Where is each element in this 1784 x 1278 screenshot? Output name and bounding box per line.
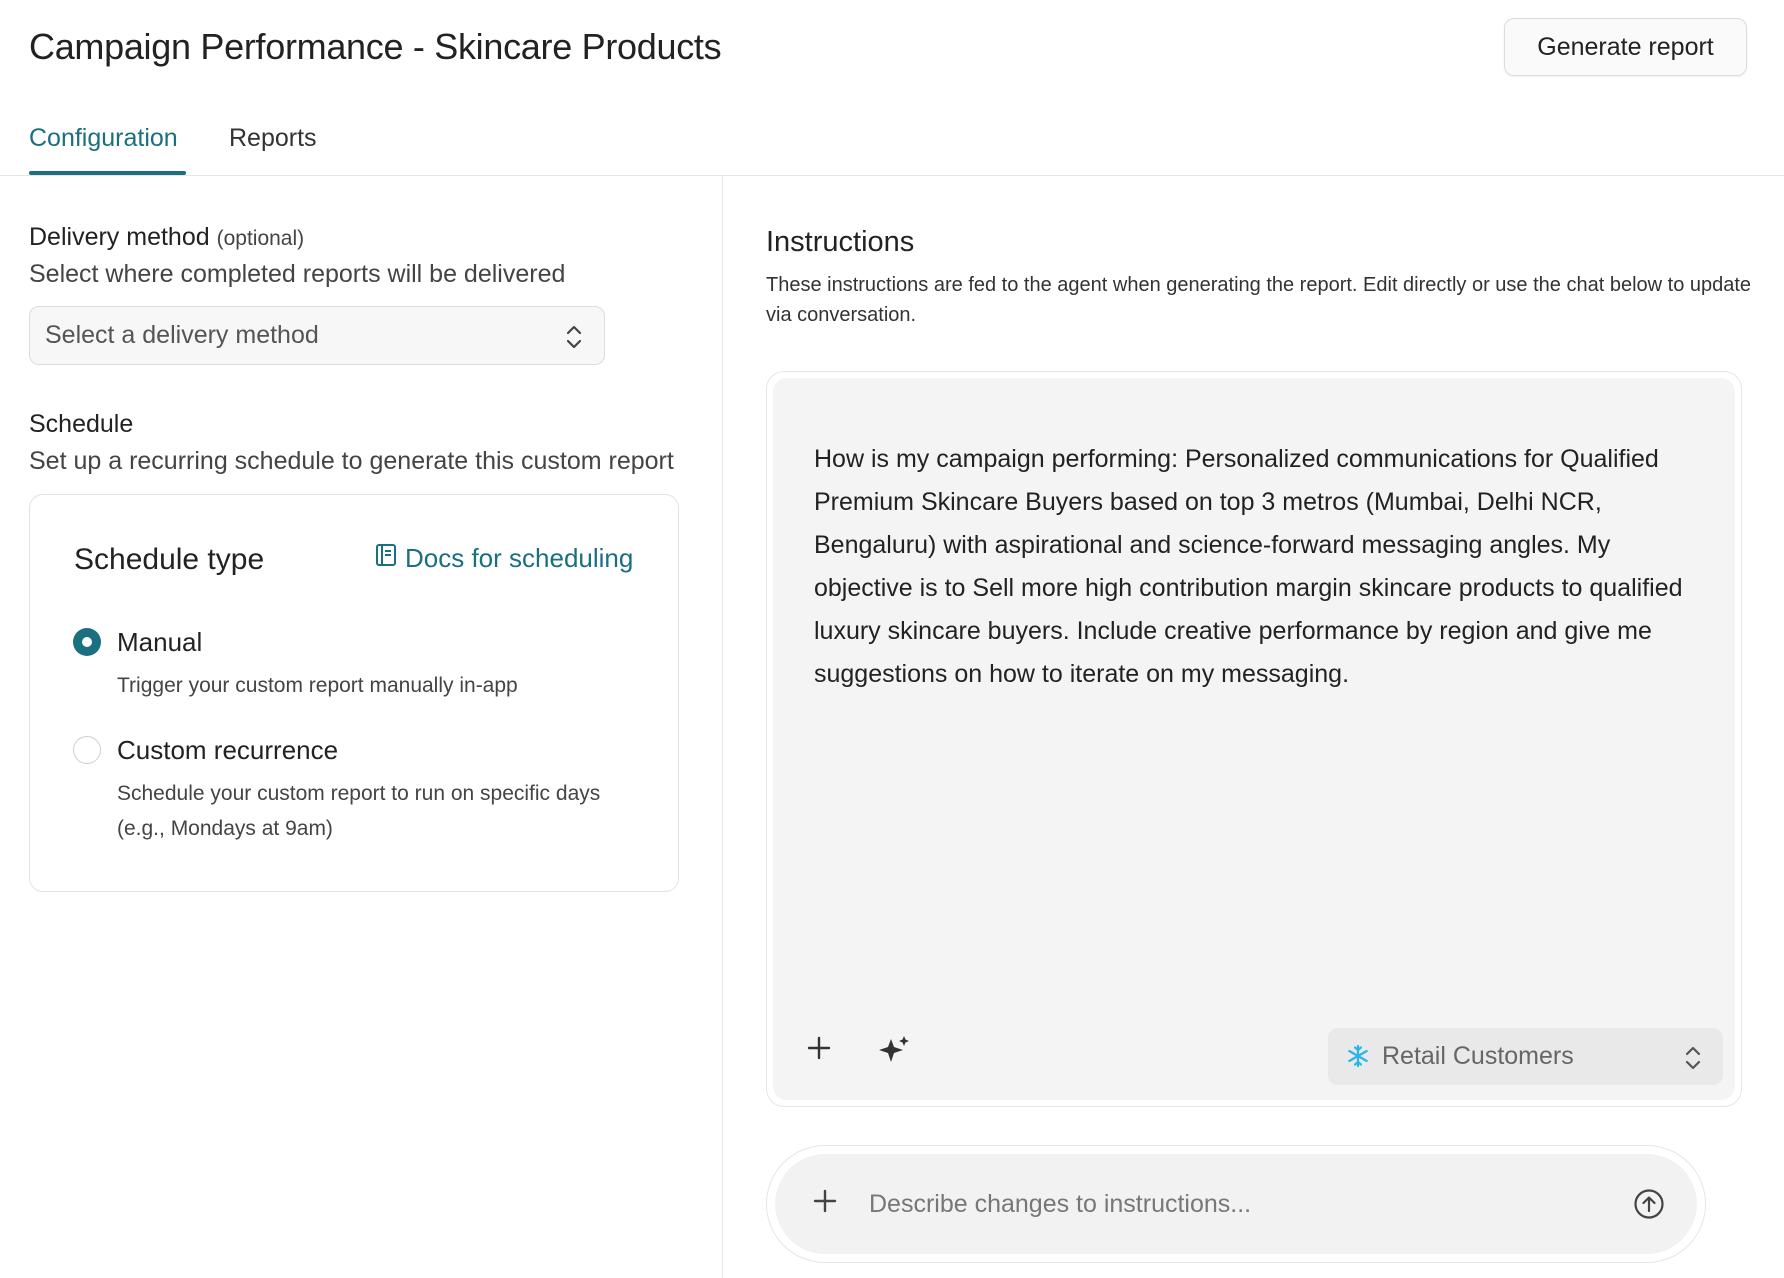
- page-title: Campaign Performance - Skincare Products: [29, 26, 722, 67]
- panel-divider: [722, 176, 723, 1278]
- instructions-editor-card: How is my campaign performing: Personali…: [766, 371, 1742, 1107]
- chevron-updown-icon: [1683, 1044, 1703, 1079]
- manual-radio[interactable]: [73, 628, 101, 656]
- sparkle-icon[interactable]: [877, 1034, 911, 1069]
- snowflake-icon: [1346, 1044, 1370, 1075]
- chevron-updown-icon: [564, 323, 584, 358]
- delivery-method-description: Select where completed reports will be d…: [29, 260, 566, 288]
- delivery-method-placeholder: Select a delivery method: [45, 321, 319, 349]
- instructions-editor[interactable]: How is my campaign performing: Personali…: [773, 378, 1735, 1100]
- chat-input[interactable]: [869, 1178, 1589, 1230]
- schedule-label: Schedule: [29, 410, 134, 438]
- chat-input-container: [775, 1154, 1697, 1254]
- generate-report-button[interactable]: Generate report: [1504, 18, 1747, 76]
- docs-link-label: Docs for scheduling: [405, 543, 634, 573]
- plus-icon[interactable]: [813, 1189, 837, 1218]
- custom-recurrence-option-label[interactable]: Custom recurrence: [117, 735, 338, 766]
- docs-for-scheduling-link[interactable]: Docs for scheduling: [375, 543, 633, 574]
- arrow-up-circle-icon[interactable]: [1633, 1188, 1665, 1225]
- manual-option-description: Trigger your custom report manually in-a…: [117, 674, 518, 697]
- header: Campaign Performance - Skincare Products…: [0, 0, 1784, 176]
- custom-recurrence-description: Schedule your custom report to run on sp…: [117, 782, 601, 805]
- instructions-description: These instructions are fed to the agent …: [766, 274, 1752, 326]
- chat-bar: [766, 1145, 1706, 1263]
- instructions-title: Instructions: [766, 226, 915, 258]
- tab-configuration[interactable]: Configuration: [29, 124, 178, 153]
- optional-tag: (optional): [216, 227, 305, 250]
- schedule-description: Set up a recurring schedule to generate …: [29, 447, 674, 475]
- delivery-method-title: Delivery method: [29, 223, 210, 251]
- delivery-method-label: Delivery method (optional): [29, 223, 304, 252]
- manual-option-label[interactable]: Manual: [117, 627, 202, 658]
- data-source-label: Retail Customers: [1382, 1042, 1574, 1070]
- schedule-card: Schedule type Docs for scheduling Manual…: [29, 494, 679, 892]
- delivery-method-select[interactable]: Select a delivery method: [29, 306, 605, 365]
- plus-icon[interactable]: [807, 1036, 831, 1065]
- custom-recurrence-example: (e.g., Mondays at 9am): [117, 817, 333, 840]
- data-source-select[interactable]: Retail Customers: [1328, 1028, 1723, 1085]
- tab-reports[interactable]: Reports: [229, 124, 317, 153]
- custom-recurrence-radio[interactable]: [73, 736, 101, 764]
- schedule-type-title: Schedule type: [74, 543, 265, 576]
- instructions-text[interactable]: How is my campaign performing: Personali…: [814, 438, 1714, 696]
- book-icon: [375, 543, 397, 574]
- active-tab-indicator: [29, 171, 186, 175]
